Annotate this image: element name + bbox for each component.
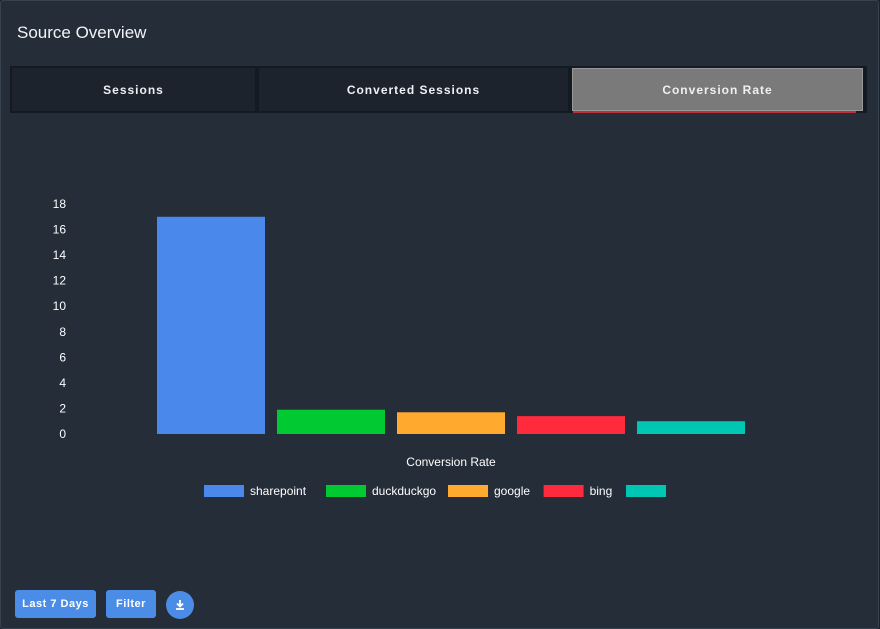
y-tick-label: 6 xyxy=(59,350,66,364)
legend-swatch-unnamed xyxy=(626,485,666,497)
bar-sharepoint xyxy=(157,216,265,434)
legend-label: bing xyxy=(590,484,613,498)
y-tick-label: 2 xyxy=(59,401,66,415)
legend-swatch-bing xyxy=(543,485,584,497)
y-tick-label: 0 xyxy=(59,427,66,441)
y-tick-label: 8 xyxy=(59,325,66,339)
filter-button[interactable]: Filter xyxy=(106,590,156,618)
legend-label: duckduckgo xyxy=(372,484,436,498)
y-tick-label: 14 xyxy=(53,248,67,262)
y-tick-label: 12 xyxy=(53,274,67,288)
y-tick-label: 4 xyxy=(59,376,66,390)
download-button[interactable] xyxy=(166,591,194,619)
legend-label: sharepoint xyxy=(250,484,307,498)
date-range-button[interactable]: Last 7 Days xyxy=(15,590,96,618)
bar-bing xyxy=(517,416,625,434)
legend-swatch-duckduckgo xyxy=(326,485,366,497)
legend-swatch-google xyxy=(448,485,488,497)
bar-duckduckgo xyxy=(277,409,385,434)
bar-unnamed xyxy=(637,421,745,434)
conversion-rate-chart: 0 2 4 6 8 10 12 14 16 18 Conversion Rate sharepoint… xyxy=(53,197,745,498)
bar-google xyxy=(397,412,505,434)
legend-swatch-sharepoint xyxy=(204,485,244,497)
x-axis-label: Conversion Rate xyxy=(406,455,496,469)
y-tick-label: 10 xyxy=(53,299,67,313)
y-tick-label: 16 xyxy=(53,223,67,237)
source-overview-panel: Source Overview Sessions Converted Sessi… xyxy=(0,0,879,629)
y-tick-label: 18 xyxy=(53,197,67,211)
download-icon xyxy=(176,600,184,610)
legend-label: google xyxy=(494,484,530,498)
